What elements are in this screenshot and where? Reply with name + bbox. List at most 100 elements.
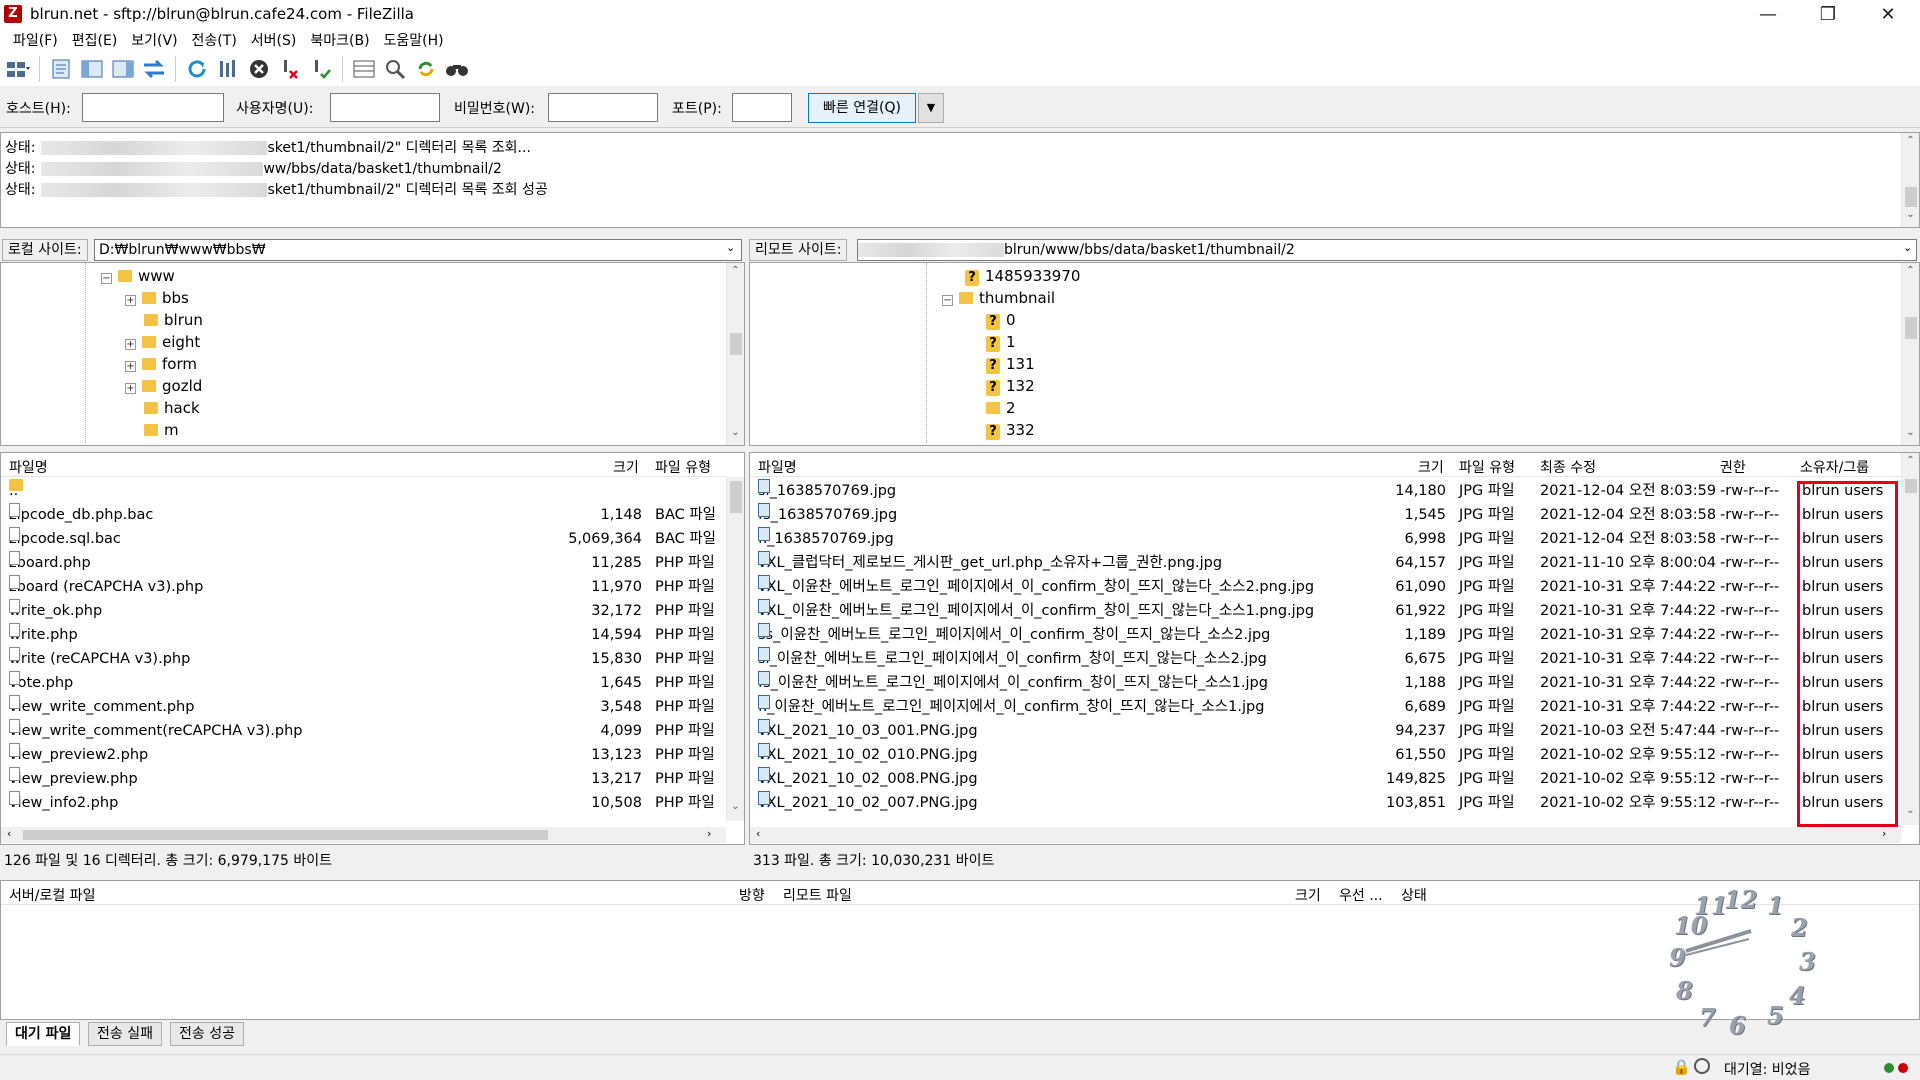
collapse-icon[interactable]: − [101, 273, 112, 284]
scroll-down-icon[interactable]: ⌄ [727, 427, 744, 438]
scroll-left-icon[interactable]: ‹ [756, 827, 760, 840]
menu-item[interactable]: 도움말(H) [377, 30, 451, 52]
scroll-up-icon[interactable]: ⌃ [1902, 135, 1919, 146]
queue-col-local[interactable]: 서버/로컬 파일 [9, 885, 95, 905]
local-path-input[interactable]: D:₩blrun₩www₩bbs₩ [94, 239, 742, 261]
local-tree-scrollbar[interactable]: ⌃ ⌄ [726, 263, 744, 445]
local-tree-item[interactable]: blrun [125, 309, 203, 331]
remote-tree-scroll-thumb[interactable] [1905, 317, 1917, 339]
local-file-scroll-thumb[interactable] [730, 481, 742, 513]
remote-tree-item[interactable]: 2 [986, 397, 1016, 419]
quickconnect-dropdown-button[interactable]: ▼ [918, 93, 944, 123]
maximize-button[interactable]: ❐ [1800, 0, 1856, 30]
local-tree-item[interactable]: hack [125, 397, 200, 419]
table-row[interactable]: view_info2.php 10,508 PHP 파일 [1, 791, 726, 815]
table-row[interactable]: zboard.php 11,285 PHP 파일 [1, 551, 726, 575]
local-file-hscrollbar[interactable]: ‹ › [1, 827, 726, 843]
remote-col-modified[interactable]: 최종 수정 [1540, 457, 1596, 477]
menu-item[interactable]: 편집(E) [65, 30, 125, 52]
local-tree-item[interactable]: + bbs [125, 287, 189, 309]
message-log-icon[interactable] [47, 55, 75, 83]
remote-tree-item[interactable]: ? 1 [986, 331, 1016, 353]
table-row[interactable]: vXL_2021_10_02_007.PNG.jpg 103,851 JPG 파일 2… [750, 791, 1901, 815]
table-row[interactable]: fl_이윤찬_에버노트_로그인_페이지에서_이_confirm_창이_뜨지_않는… [750, 695, 1901, 719]
expand-icon[interactable]: + [125, 383, 136, 394]
table-row[interactable]: vXL_2021_10_03_001.PNG.jpg 94,237 JPG 파일 20… [750, 719, 1901, 743]
scroll-up-icon[interactable]: ⌃ [1902, 455, 1919, 466]
scroll-up-icon[interactable]: ⌃ [727, 265, 744, 276]
scroll-left-icon[interactable]: ‹ [7, 827, 11, 840]
table-row[interactable]: vXL_2021_10_02_008.PNG.jpg 149,825 JPG 파일 2… [750, 767, 1901, 791]
remote-tree-item[interactable]: ? 132 [986, 375, 1035, 397]
scroll-down-icon[interactable]: ⌄ [727, 801, 744, 812]
expand-icon[interactable]: + [125, 361, 136, 372]
remote-tree-scrollbar[interactable]: ⌃ ⌄ [1901, 263, 1919, 445]
table-row[interactable]: sl_1638570769.jpg 14,180 JPG 파일 2021-12-04 … [750, 479, 1901, 503]
table-row[interactable]: fl_1638570769.jpg 6,998 JPG 파일 2021-12-04 오… [750, 527, 1901, 551]
site-manager-icon[interactable] [4, 55, 32, 83]
table-row[interactable]: write_ok.php 32,172 PHP 파일 [1, 599, 726, 623]
password-input[interactable] [548, 93, 658, 122]
local-tree-item[interactable]: + eight [125, 331, 200, 353]
table-row[interactable]: write (reCAPCHA v3).php 15,830 PHP 파일 [1, 647, 726, 671]
table-row[interactable]: view_write_comment(reCAPCHA v3).php 4,099… [1, 719, 726, 743]
menu-item[interactable]: 북마크(B) [303, 30, 376, 52]
chevron-down-icon[interactable]: ⌄ [1903, 241, 1912, 254]
local-tree-item[interactable]: + gozld [125, 375, 202, 397]
local-file-scrollbar[interactable]: ⌄ [726, 477, 744, 821]
local-hscroll-thumb[interactable] [23, 830, 548, 840]
scroll-right-icon[interactable]: › [1882, 827, 1886, 840]
remote-col-type[interactable]: 파일 유형 [1459, 457, 1515, 477]
table-row[interactable]: vote.php 1,645 PHP 파일 [1, 671, 726, 695]
transfer-queue-icon[interactable] [140, 55, 168, 83]
local-col-name[interactable]: 파일명 [9, 457, 48, 477]
remote-tree-item[interactable]: − thumbnail [942, 287, 1055, 309]
queue-tab[interactable]: 대기 파일 [6, 1022, 81, 1046]
collapse-icon[interactable]: − [942, 295, 953, 306]
remote-tree-icon[interactable] [109, 55, 137, 83]
queue-col-size[interactable]: 크기 [1295, 885, 1321, 905]
reconnect-icon[interactable] [307, 55, 335, 83]
table-row[interactable]: sl_이윤찬_에버노트_로그인_페이지에서_이_confirm_창이_뜨지_않는… [750, 647, 1901, 671]
log-scroll-thumb[interactable] [1905, 187, 1917, 207]
scroll-down-icon[interactable]: ⌄ [1902, 427, 1919, 438]
expand-icon[interactable]: + [125, 295, 136, 306]
queue-col-priority[interactable]: 우선 ... [1339, 885, 1383, 905]
table-row[interactable]: view_preview2.php 13,123 PHP 파일 [1, 743, 726, 767]
local-col-size[interactable]: 크기 [613, 457, 639, 477]
queue-col-remote[interactable]: 리모트 파일 [783, 885, 852, 905]
refresh-icon[interactable] [183, 55, 211, 83]
quickconnect-button[interactable]: 빠른 연결(Q) [808, 93, 916, 123]
close-button[interactable]: ✕ [1860, 0, 1916, 30]
remote-col-owner[interactable]: 소유자/그룹 [1800, 457, 1869, 477]
scroll-down-icon[interactable]: ⌄ [1902, 209, 1919, 220]
local-col-type[interactable]: 파일 유형 [655, 457, 711, 477]
filter-icon[interactable] [350, 55, 378, 83]
sync-browse-icon[interactable] [412, 55, 440, 83]
remote-col-size[interactable]: 크기 [1418, 457, 1444, 477]
remote-tree-item[interactable]: ? 332 [986, 419, 1035, 441]
menu-item[interactable]: 파일(F) [6, 30, 65, 52]
chevron-down-icon[interactable]: ⌄ [726, 241, 735, 254]
table-row[interactable]: view_preview.php 13,217 PHP 파일 [1, 767, 726, 791]
username-input[interactable] [330, 93, 440, 122]
table-row[interactable]: zipcode_db.php.bac 1,148 BAC 파일 [1, 503, 726, 527]
local-tree-item[interactable]: m [125, 419, 179, 441]
expand-icon[interactable]: + [125, 339, 136, 350]
remote-tree-item[interactable]: ? 0 [986, 309, 1016, 331]
local-tree-scroll-thumb[interactable] [730, 333, 742, 355]
remote-file-hscrollbar[interactable]: ‹ › [750, 827, 1901, 843]
queue-col-direction[interactable]: 방향 [739, 885, 765, 905]
table-row[interactable]: ss_이윤찬_에버노트_로그인_페이지에서_이_confirm_창이_뜨지_않는… [750, 623, 1901, 647]
queue-col-status[interactable]: 상태 [1401, 885, 1427, 905]
remote-col-name[interactable]: 파일명 [758, 457, 797, 477]
table-row[interactable]: vXL_2021_10_02_010.PNG.jpg 61,550 JPG 파일 20… [750, 743, 1901, 767]
table-row[interactable]: .. [1, 479, 726, 503]
scroll-down-icon[interactable]: ⌄ [1902, 805, 1919, 816]
table-row[interactable]: zboard (reCAPCHA v3).php 11,970 PHP 파일 [1, 575, 726, 599]
remote-col-permissions[interactable]: 권한 [1720, 457, 1746, 477]
queue-tab[interactable]: 전송 실패 [88, 1022, 162, 1046]
remote-tree-item[interactable]: ? 1485933970 [965, 265, 1080, 287]
table-row[interactable]: fs_1638570769.jpg 1,545 JPG 파일 2021-12-04 오… [750, 503, 1901, 527]
remote-file-scrollbar[interactable]: ⌃ ⌄ [1901, 453, 1919, 825]
